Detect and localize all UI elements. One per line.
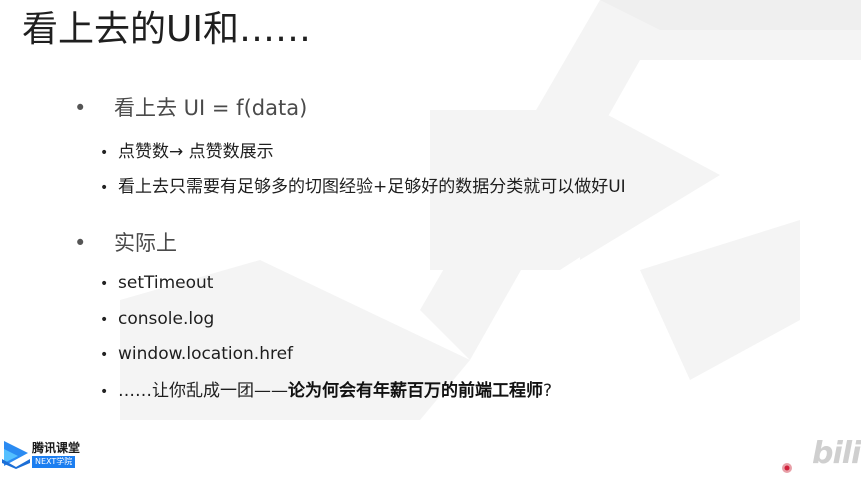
bullet-text: 看上去 UI = f(data) — [114, 96, 308, 120]
bullet-l1-ui-equals-f-data: • 看上去 UI = f(data) — [74, 94, 307, 122]
bullet-dot-icon: • — [74, 96, 87, 120]
bullet-dot-icon: • — [74, 231, 87, 255]
bullet-text: 点赞数→ 点赞数展示 — [118, 142, 274, 162]
bullet-l2-window-location-href: • window.location.href — [100, 342, 293, 367]
bullet-text: window.location.href — [118, 344, 294, 364]
bullet-dot-icon: • — [100, 347, 109, 363]
slide-title: 看上去的UI和…… — [22, 9, 311, 50]
bullet-text-bold: 论为何会有年薪百万的前端工程师 — [288, 381, 543, 401]
bullet-dot-icon: • — [100, 312, 109, 328]
bullet-l2-console-log: • console.log — [100, 307, 214, 332]
slide: 看上去的UI和…… • 看上去 UI = f(data) • 点赞数→ 点赞数展示 … — [0, 0, 861, 493]
bullet-text-prefix: ……让你乱成一团—— — [118, 381, 288, 401]
bullet-dot-icon: • — [100, 276, 109, 292]
bullet-l2-like-count: • 点赞数→ 点赞数展示 — [100, 140, 274, 165]
bullet-text: 看上去只需要有足够多的切图经验+足够好的数据分类就可以做好UI — [118, 177, 626, 197]
bullet-l2-confusion: • ……让你乱成一团——论为何会有年薪百万的前端工程师? — [100, 379, 552, 404]
bullet-l2-settimeout: • setTimeout — [100, 271, 213, 296]
bullet-l1-in-reality: • 实际上 — [74, 229, 177, 257]
bullet-text: setTimeout — [118, 273, 214, 293]
bullet-text: console.log — [118, 309, 215, 329]
bullet-l2-slicing-experience: • 看上去只需要有足够多的切图经验+足够好的数据分类就可以做好UI — [100, 175, 626, 200]
bullet-text: 实际上 — [114, 231, 177, 255]
bullet-dot-icon: • — [100, 384, 109, 400]
bullet-dot-icon: • — [100, 145, 109, 161]
bullet-dot-icon: • — [100, 180, 109, 196]
bullet-text-suffix: ? — [543, 381, 553, 401]
